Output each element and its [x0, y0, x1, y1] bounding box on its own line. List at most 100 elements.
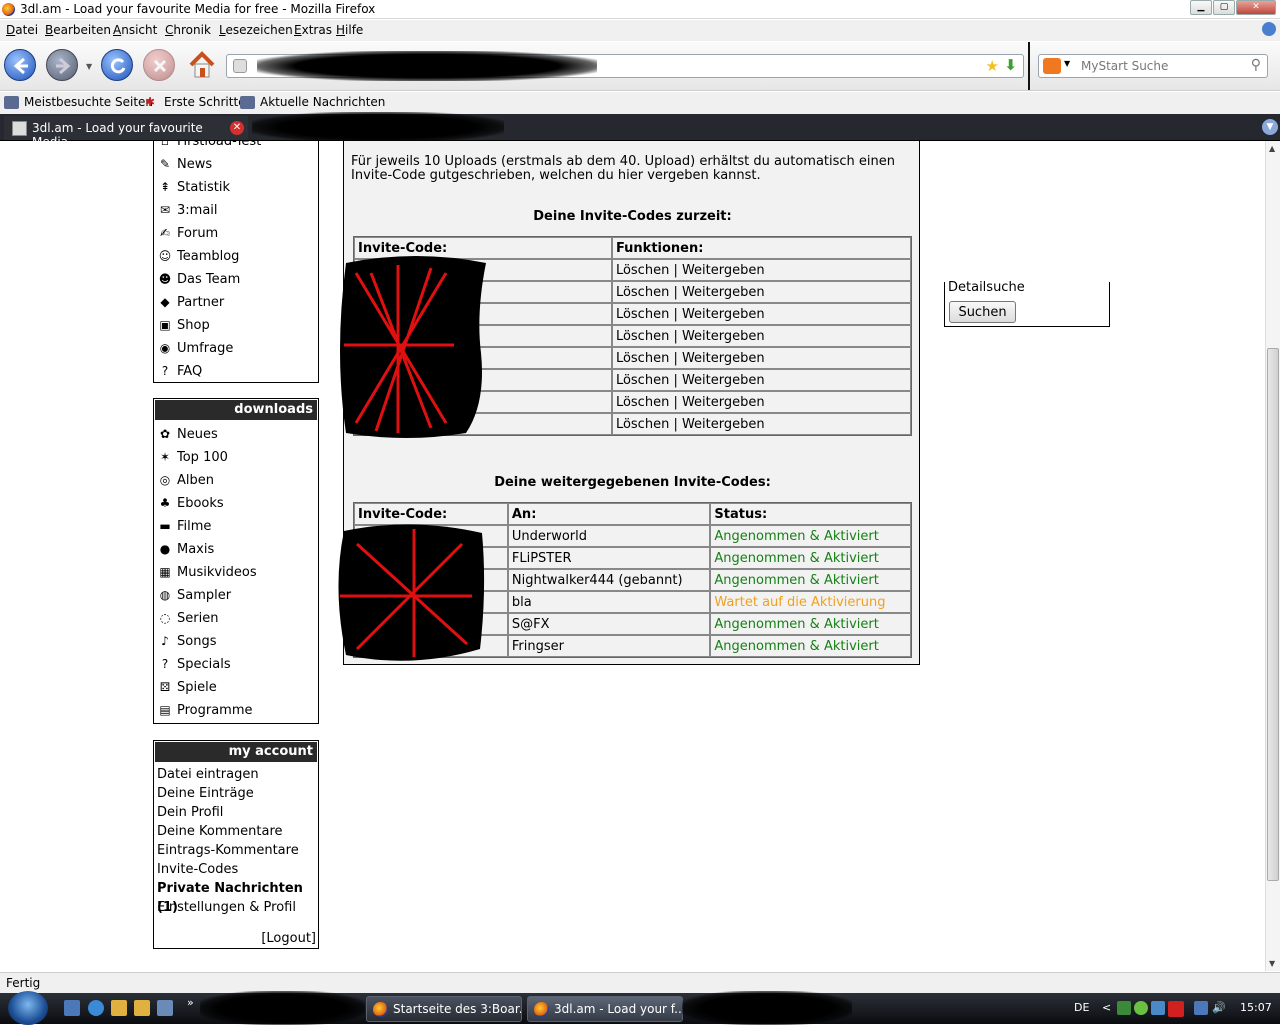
- stop-button[interactable]: [143, 49, 175, 81]
- delete-link[interactable]: Löschen: [616, 263, 669, 278]
- history-dropdown-icon[interactable]: ▼: [86, 62, 92, 71]
- vertical-scrollbar[interactable]: ▲ ▼: [1265, 141, 1280, 971]
- show-desktop-icon[interactable]: [64, 1000, 80, 1016]
- maximize-button[interactable]: ▢: [1213, 0, 1235, 15]
- ie-icon[interactable]: [88, 1000, 104, 1016]
- search-engine-dropdown-icon[interactable]: ▼: [1064, 59, 1070, 68]
- sidebar-item-serien[interactable]: ◌ Serien: [154, 607, 318, 630]
- sidebar-item-neues[interactable]: ✿ Neues: [154, 423, 318, 446]
- delete-link[interactable]: Löschen: [616, 395, 669, 410]
- sidebar-item-umfrage[interactable]: ◉ Umfrage: [154, 337, 318, 360]
- menu-chronik[interactable]: Chronik: [165, 23, 211, 37]
- go-arrow-icon[interactable]: ⬇: [1004, 56, 1017, 74]
- taskbar-button-3dl[interactable]: 3dl.am - Load your f...: [527, 996, 683, 1022]
- clock[interactable]: 15:07: [1240, 1001, 1272, 1014]
- search-box[interactable]: ▼ MyStart Suche ⚲: [1038, 54, 1268, 78]
- sidebar-item-musikvideos[interactable]: ▦ Musikvideos: [154, 561, 318, 584]
- folder-quicklaunch-icon[interactable]: [111, 1000, 127, 1016]
- sidebar-item-specials[interactable]: ? Specials: [154, 653, 318, 676]
- menu-bearbeiten[interactable]: Bearbeiten: [45, 23, 111, 37]
- sidebar-item-songs[interactable]: ♪ Songs: [154, 630, 318, 653]
- tab-list-icon[interactable]: ▼: [1262, 119, 1278, 135]
- forward-link[interactable]: Weitergeben: [682, 307, 765, 322]
- search-engine-icon[interactable]: [1043, 58, 1061, 74]
- delete-link[interactable]: Löschen: [616, 307, 669, 322]
- start-button[interactable]: [8, 991, 48, 1025]
- sidebar-item-alben[interactable]: ◎ Alben: [154, 469, 318, 492]
- menu-datei[interactable]: Datei: [6, 23, 38, 37]
- quicklaunch-more-icon[interactable]: »: [187, 996, 194, 1009]
- sidebar-item-sampler[interactable]: ◍ Sampler: [154, 584, 318, 607]
- forward-link[interactable]: Weitergeben: [682, 417, 765, 432]
- delete-link[interactable]: Löschen: [616, 417, 669, 432]
- account-link-private-nachrichten-1-[interactable]: Private Nachrichten (1): [154, 879, 318, 915]
- sidebar-item-top-100[interactable]: ✶ Top 100: [154, 446, 318, 469]
- forward-button[interactable]: [46, 49, 78, 81]
- close-button[interactable]: ✕: [1236, 0, 1276, 15]
- account-link-einstellungen-profil[interactable]: Einstellungen & Profil: [154, 898, 318, 917]
- sidebar-item-ebooks[interactable]: ♣ Ebooks: [154, 492, 318, 515]
- window-switch-icon[interactable]: [157, 1000, 173, 1016]
- detail-search-label[interactable]: Detailsuche: [948, 280, 1025, 295]
- network-icon[interactable]: [1194, 1001, 1208, 1015]
- sidebar-item-firstload-test[interactable]: ▫ Firstload-Test: [154, 141, 318, 153]
- sidebar-item-spiele[interactable]: ⚄ Spiele: [154, 676, 318, 699]
- home-button[interactable]: [188, 51, 216, 79]
- menu-lesezeichen[interactable]: Lesezeichen: [219, 23, 293, 37]
- sidebar-item-statistik[interactable]: ⇞ Statistik: [154, 176, 318, 199]
- scroll-down-icon[interactable]: ▼: [1269, 959, 1275, 968]
- sidebar-item-teamblog[interactable]: ☺ Teamblog: [154, 245, 318, 268]
- search-icon[interactable]: ⚲: [1251, 57, 1261, 73]
- reload-button[interactable]: [101, 49, 133, 81]
- tray-app-icon-3[interactable]: [1151, 1001, 1165, 1015]
- sidebar-item-3-mail[interactable]: ✉ 3:mail: [154, 199, 318, 222]
- menu-hilfe[interactable]: Hilfe: [336, 23, 363, 37]
- bookmark-aktuelle-nachrichten[interactable]: Aktuelle Nachrichten: [260, 95, 385, 109]
- forward-link[interactable]: Weitergeben: [682, 263, 765, 278]
- delete-link[interactable]: Löschen: [616, 351, 669, 366]
- forward-link[interactable]: Weitergeben: [682, 351, 765, 366]
- search-submit-button[interactable]: Suchen: [949, 301, 1016, 323]
- tray-app-icon-1[interactable]: [1117, 1001, 1131, 1015]
- folder-quicklaunch-icon-2[interactable]: [134, 1000, 150, 1016]
- sidebar-item-faq[interactable]: ? FAQ: [154, 360, 318, 383]
- delete-link[interactable]: Löschen: [616, 329, 669, 344]
- volume-icon[interactable]: 🔊: [1212, 1001, 1226, 1014]
- sidebar-item-das-team[interactable]: ☻ Das Team: [154, 268, 318, 291]
- bookmark-star-icon[interactable]: ★: [986, 57, 999, 75]
- sidebar-item-maxis[interactable]: ● Maxis: [154, 538, 318, 561]
- account-link-dein-profil[interactable]: Dein Profil: [154, 803, 318, 822]
- forward-link[interactable]: Weitergeben: [682, 373, 765, 388]
- account-link-invite-codes[interactable]: Invite-Codes: [154, 860, 318, 879]
- forward-link[interactable]: Weitergeben: [682, 395, 765, 410]
- language-indicator[interactable]: DE: [1074, 1001, 1089, 1014]
- delete-link[interactable]: Löschen: [616, 285, 669, 300]
- bookmark-erste-schritte[interactable]: Erste Schritte: [164, 95, 246, 109]
- account-link-datei-eintragen[interactable]: Datei eintragen: [154, 765, 318, 784]
- sidebar-item-shop[interactable]: ▣ Shop: [154, 314, 318, 337]
- sidebar-item-programme[interactable]: ▤ Programme: [154, 699, 318, 722]
- delete-link[interactable]: Löschen: [616, 373, 669, 388]
- scrollbar-thumb[interactable]: [1267, 348, 1279, 881]
- minimize-button[interactable]: ▁: [1190, 0, 1212, 15]
- back-button[interactable]: [4, 49, 36, 81]
- sidebar-item-forum[interactable]: ✍ Forum: [154, 222, 318, 245]
- sidebar-item-partner[interactable]: ◆ Partner: [154, 291, 318, 314]
- tab-3dl[interactable]: 3dl.am - Load your favourite Media... ✕: [4, 116, 248, 149]
- sidebar-item-news[interactable]: ✎ News: [154, 153, 318, 176]
- menu-extras[interactable]: Extras: [294, 23, 332, 37]
- forward-link[interactable]: Weitergeben: [682, 285, 765, 300]
- taskbar-button-startseite[interactable]: Startseite des 3:Boar...: [366, 996, 522, 1022]
- url-bar[interactable]: ★ ⬇: [226, 51, 1024, 81]
- tray-app-icon-2[interactable]: [1134, 1001, 1148, 1015]
- scroll-up-icon[interactable]: ▲: [1269, 144, 1275, 153]
- sidebar-item-filme[interactable]: ▬ Filme: [154, 515, 318, 538]
- account-link-eintrags-kommentare[interactable]: Eintrags-Kommentare: [154, 841, 318, 860]
- tab-close-icon[interactable]: ✕: [230, 121, 244, 135]
- menu-ansicht[interactable]: Ansicht: [113, 23, 157, 37]
- account-link-deine-kommentare[interactable]: Deine Kommentare: [154, 822, 318, 841]
- account-link-deine-eintr-ge[interactable]: Deine Einträge: [154, 784, 318, 803]
- tray-expand-icon[interactable]: <: [1102, 1001, 1111, 1014]
- logout-link[interactable]: [Logout]: [261, 931, 316, 946]
- bookmark-meistbesucht[interactable]: Meistbesuchte Seiten: [24, 95, 153, 109]
